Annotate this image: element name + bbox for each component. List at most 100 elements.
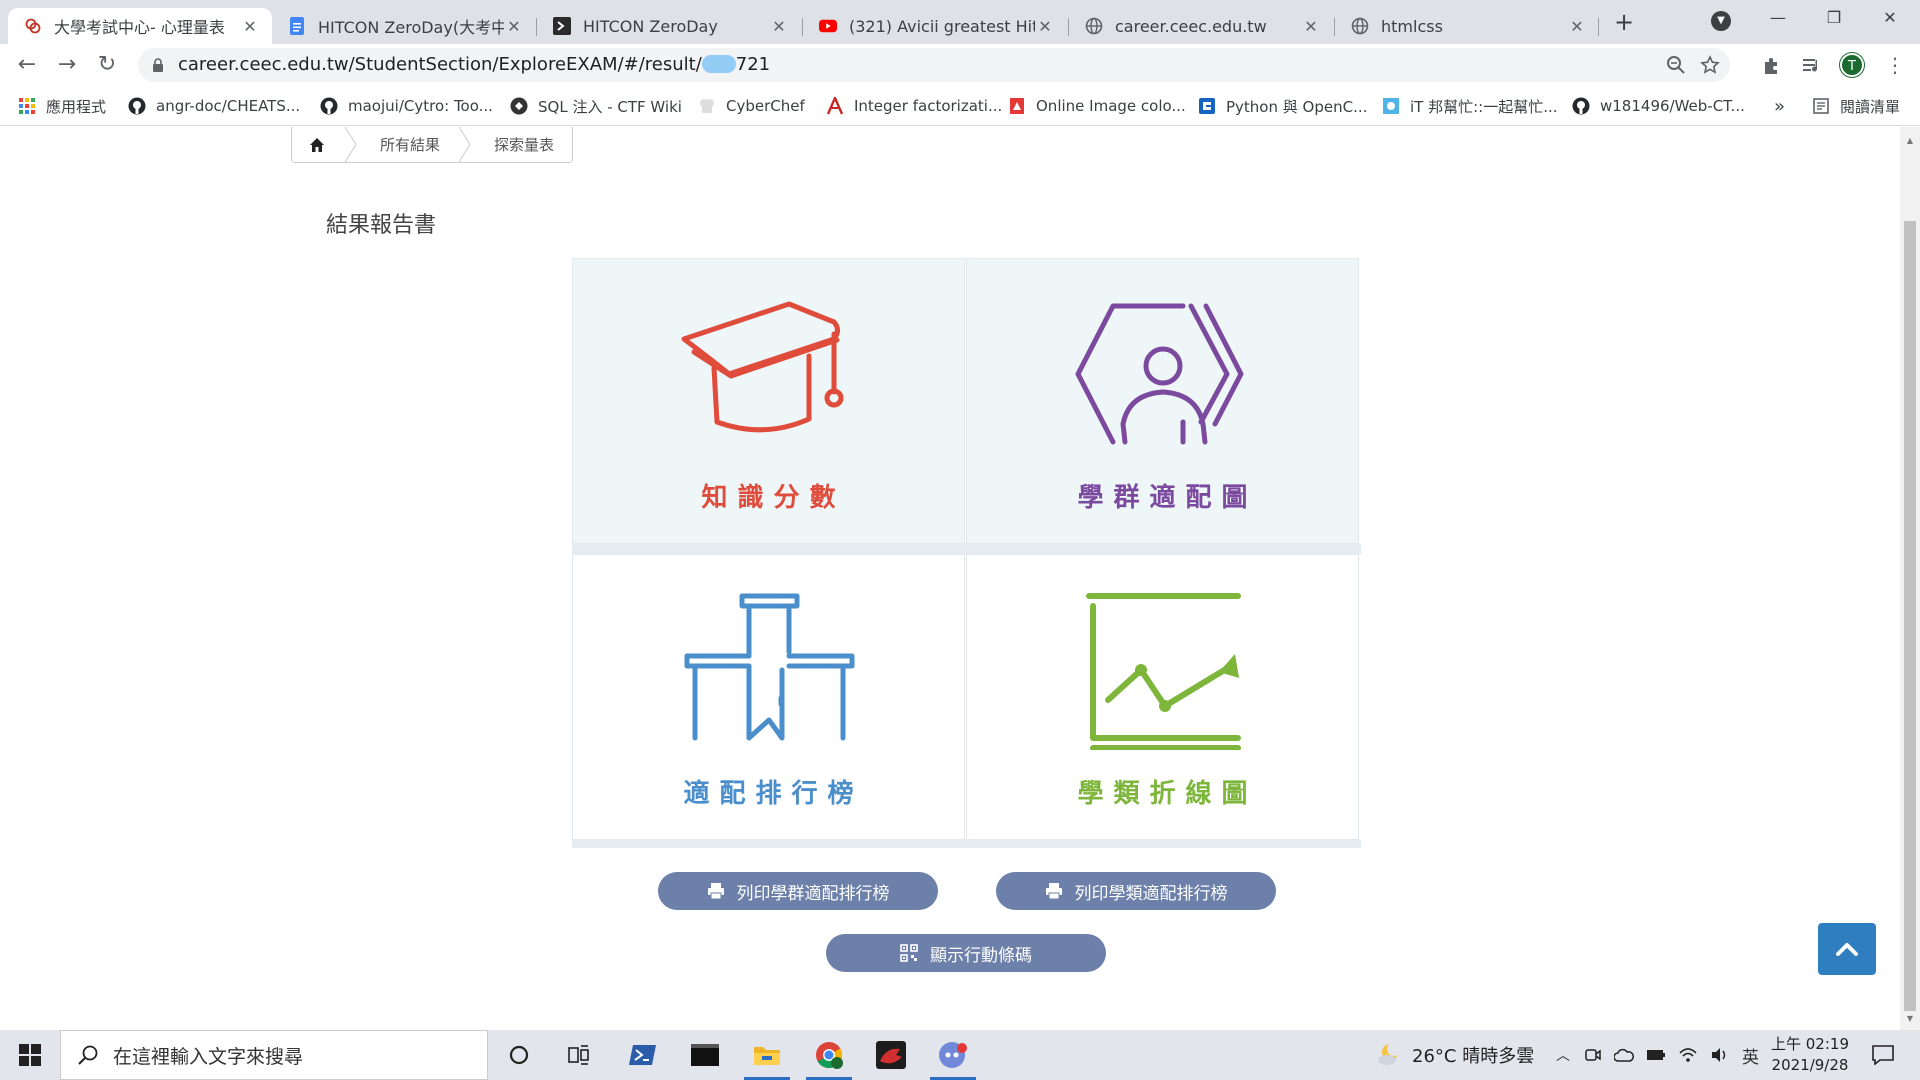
taskbar-chrome[interactable] [802, 1030, 856, 1080]
tab-career[interactable]: career.ceec.edu.tw ✕ [1069, 8, 1333, 44]
image-color-icon [1010, 98, 1024, 114]
volume-icon[interactable] [1710, 1047, 1730, 1063]
taskbar-powershell[interactable] [616, 1030, 670, 1080]
breadcrumb-explore-scale[interactable]: 探索量表 [472, 127, 572, 162]
notification-icon [1872, 1045, 1894, 1065]
button-label: 列印學群適配排行榜 [736, 883, 890, 904]
reload-icon[interactable]: ↻ [92, 50, 122, 80]
cortana-button[interactable] [492, 1030, 546, 1080]
bookmark-ctf-wiki[interactable]: SQL 注入 - CTF Wiki [510, 86, 682, 126]
wifi-icon[interactable] [1678, 1047, 1698, 1063]
tab-ceec[interactable]: 大學考試中心- 心理量表 ✕ [8, 8, 272, 44]
close-icon[interactable]: ✕ [240, 17, 260, 36]
ctf-wiki-icon [510, 97, 528, 115]
back-to-top-button[interactable] [1818, 923, 1876, 975]
card-caption: 學群適配圖 [1077, 483, 1258, 513]
ime-indicator[interactable]: 英 [1742, 1043, 1759, 1068]
restore-icon[interactable]: ❐ [1806, 8, 1862, 32]
close-icon[interactable]: ✕ [1035, 17, 1055, 36]
menu-icon[interactable]: ⋮ [1880, 50, 1910, 80]
scrollbar-thumb[interactable] [1904, 221, 1916, 1011]
reading-list-button[interactable]: 閱讀清單 [1812, 86, 1900, 126]
chef-hat-icon [700, 99, 714, 113]
tab-youtube[interactable]: (321) Avicii greatest Hits F ✕ [803, 8, 1067, 44]
taskbar-discord[interactable] [926, 1030, 980, 1080]
page-content: 所有結果 探索量表 結果報告書 知識分數 學群適配圖 適配排行榜 學類折線圖 列… [0, 127, 1900, 1030]
close-icon[interactable]: ✕ [1301, 17, 1321, 36]
tab-label: (321) Avicii greatest Hits F [849, 16, 1035, 36]
bookmark-cytro[interactable]: maojui/Cytro: Too... [320, 86, 493, 126]
scroll-down-icon[interactable]: ▼ [1905, 1015, 1915, 1023]
zeroday-icon [553, 17, 571, 35]
url-text[interactable]: career.ceec.edu.tw/StudentSection/Explor… [178, 48, 770, 82]
tab-htmlcss[interactable]: htmlcss ✕ [1335, 8, 1599, 44]
button-label: 顯示行動條碼 [930, 945, 1032, 966]
bookmark-label: maojui/Cytro: Too... [348, 97, 493, 115]
extensions-icon[interactable] [1761, 54, 1783, 76]
bookmark-star-icon[interactable] [1700, 55, 1720, 75]
line-chart-icon [1086, 593, 1241, 750]
close-icon[interactable]: ✕ [1567, 17, 1587, 36]
card-fit-ranking[interactable]: 適配排行榜 [572, 554, 965, 840]
breadcrumb-all-results[interactable]: 所有結果 [358, 127, 458, 162]
page-scrollbar[interactable]: ▲ ▼ [1900, 127, 1920, 1030]
taskbar-ida[interactable] [864, 1030, 918, 1080]
bookmark-web-ctf[interactable]: w181496/Web-CT... [1572, 86, 1745, 126]
card-class-line-chart[interactable]: 學類折線圖 [966, 554, 1359, 840]
weather-text: 26°C 晴時多雲 [1412, 1046, 1535, 1067]
powershell-icon [629, 1045, 656, 1065]
new-tab-button[interactable]: + [1610, 8, 1638, 36]
meet-now-icon[interactable] [1584, 1046, 1602, 1064]
taskbar-terminal[interactable] [678, 1030, 732, 1080]
bookmark-image-color[interactable]: Online Image colo... [1008, 86, 1186, 126]
chevron-up-icon[interactable]: ︿ [1556, 1045, 1570, 1065]
minimize-icon[interactable]: — [1750, 8, 1806, 32]
taskbar-file-explorer[interactable] [740, 1030, 794, 1080]
card-group-fit-chart[interactable]: 學群適配圖 [966, 258, 1359, 544]
folder-icon [754, 1047, 780, 1065]
bookmark-ithome[interactable]: iT 邦幫忙::一起幫忙... [1382, 86, 1558, 126]
breadcrumb-home[interactable] [292, 127, 344, 162]
tab-zeroday[interactable]: HITCON ZeroDay ✕ [537, 8, 801, 44]
browser-toolbar: ← → ↻ career.ceec.edu.tw/StudentSection/… [0, 44, 1920, 86]
window-close-icon[interactable]: ✕ [1862, 8, 1918, 32]
notification-center-button[interactable] [1856, 1030, 1910, 1080]
terminal-icon [691, 1044, 719, 1066]
bookmark-opencv[interactable]: Python 與 OpenC... [1198, 86, 1367, 126]
start-button[interactable] [3, 1030, 57, 1080]
taskbar-clock[interactable]: 上午 02:19 2021/9/28 [1760, 1034, 1860, 1076]
card-knowledge-score[interactable]: 知識分數 [572, 258, 965, 544]
forward-icon[interactable]: → [52, 50, 82, 80]
back-icon[interactable]: ← [12, 50, 42, 80]
bookmark-apps[interactable]: 應用程式 [18, 86, 106, 126]
tab-docs[interactable]: HITCON ZeroDay(大考中心 ✕ [272, 8, 536, 44]
bookmarks-overflow-button[interactable]: » [1774, 86, 1785, 126]
person-hexagon-icon [1075, 303, 1244, 445]
task-view-button[interactable] [552, 1030, 606, 1080]
tray-icons[interactable]: ︿ 英 [1556, 1030, 1759, 1080]
weather-widget[interactable]: 26°C 晴時多雲 [1376, 1030, 1534, 1080]
scroll-up-icon[interactable]: ▲ [1905, 137, 1915, 145]
address-bar[interactable]: career.ceec.edu.tw/StudentSection/Explor… [138, 48, 1730, 82]
media-control-icon[interactable] [1801, 54, 1823, 76]
bookmark-label: Online Image colo... [1036, 97, 1186, 115]
breadcrumb: 所有結果 探索量表 [291, 127, 574, 163]
windows-taskbar: 在這裡輸入文字來搜尋 26°C 晴時多雲 ︿ 英 上午 02:19 2021/9… [0, 1030, 1920, 1080]
bookmark-factorization[interactable]: Integer factorizati... [826, 86, 1002, 126]
cortana-circle-icon [509, 1045, 529, 1065]
onedrive-cloud-icon[interactable] [1614, 1048, 1634, 1062]
show-qr-code-button[interactable]: 顯示行動條碼 [826, 934, 1106, 972]
profile-avatar[interactable]: T [1840, 53, 1864, 77]
taskbar-search-box[interactable]: 在這裡輸入文字來搜尋 [60, 1030, 488, 1080]
close-icon[interactable]: ✕ [769, 17, 789, 36]
ithelp-icon [1383, 98, 1399, 114]
print-group-ranking-button[interactable]: 列印學群適配排行榜 [658, 872, 938, 910]
tab-search-icon[interactable]: ▼ [1711, 11, 1731, 31]
battery-icon[interactable] [1646, 1049, 1666, 1061]
zoom-icon[interactable] [1666, 55, 1686, 75]
print-class-ranking-button[interactable]: 列印學類適配排行榜 [996, 872, 1276, 910]
close-icon[interactable]: ✕ [504, 17, 524, 36]
card-row-divider [572, 544, 1361, 554]
bookmark-angr[interactable]: angr-doc/CHEATS... [128, 86, 300, 126]
bookmark-cyberchef[interactable]: CyberChef [698, 86, 805, 126]
